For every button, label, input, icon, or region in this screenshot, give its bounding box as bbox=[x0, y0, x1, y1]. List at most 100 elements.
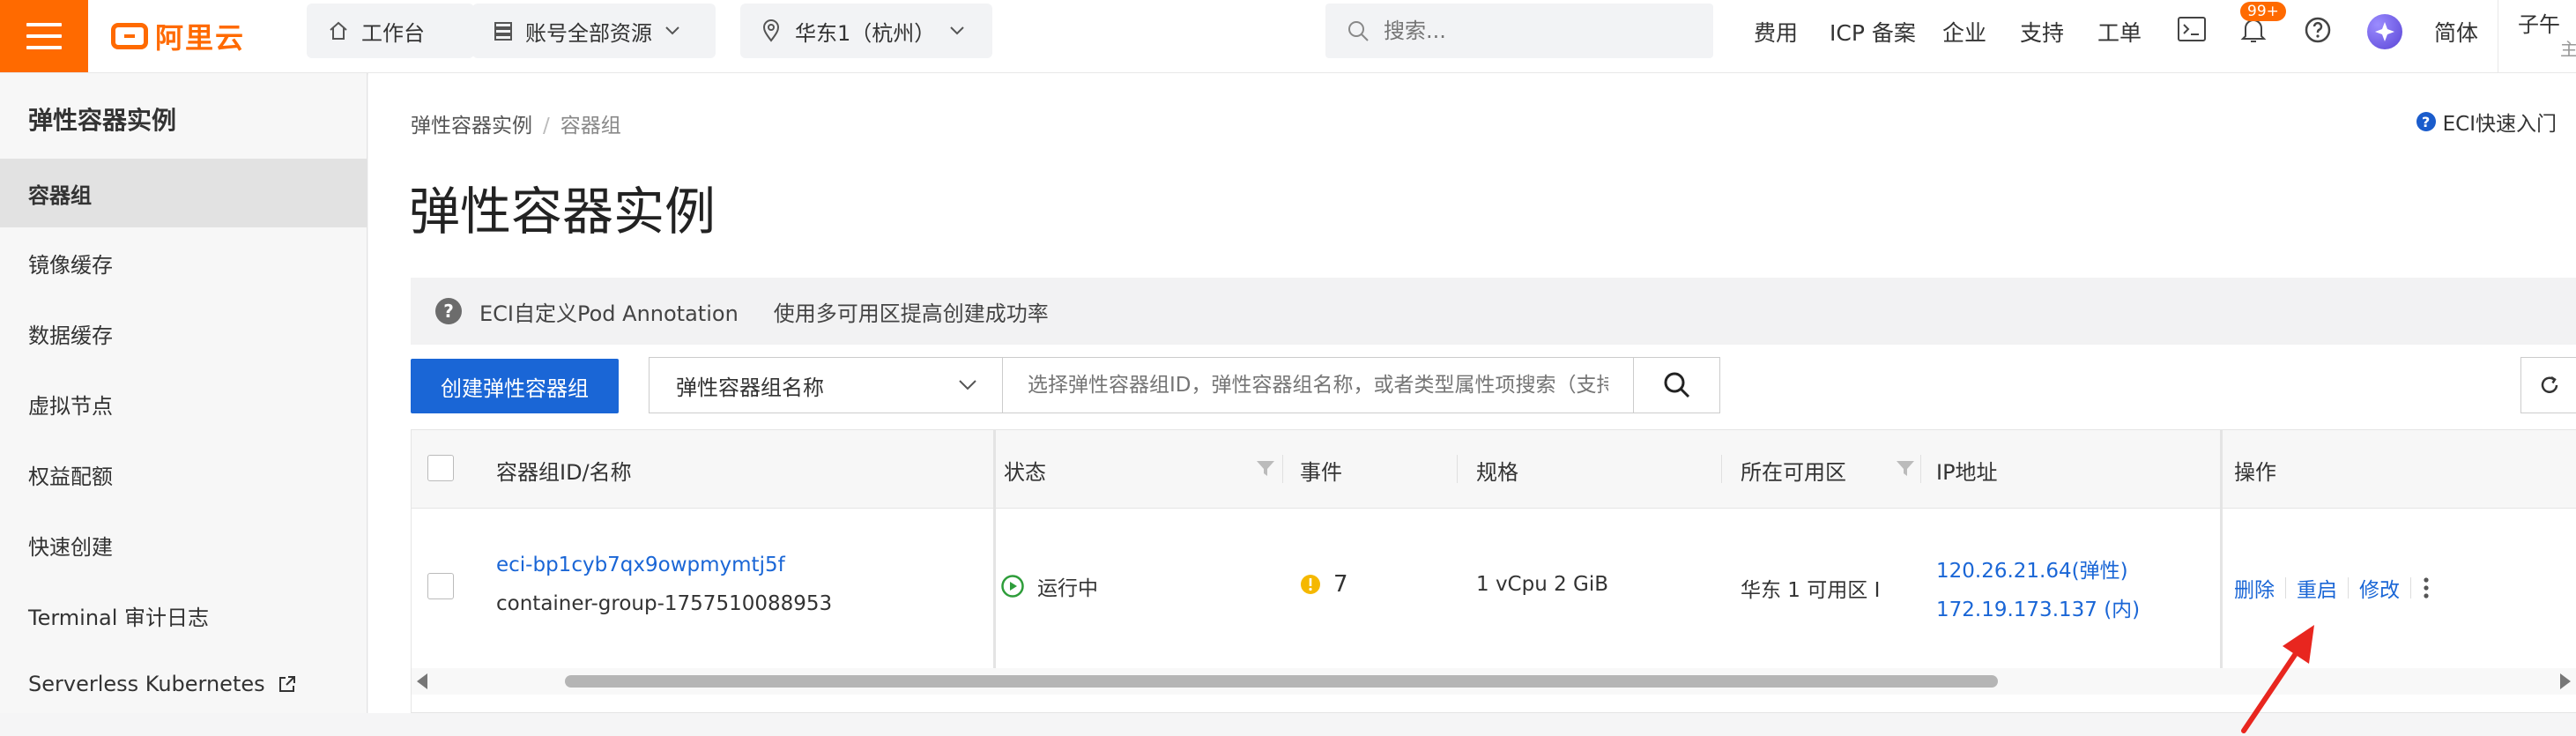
actions-cell: 删除 重启 修改 bbox=[2234, 573, 2431, 603]
container-group-id-link[interactable]: eci-bp1cyb7qx9owpmymtj5f bbox=[496, 554, 785, 576]
user-account-menu[interactable]: 子午 主 bbox=[2498, 0, 2576, 72]
page-title: 弹性容器实例 bbox=[409, 182, 716, 242]
help-icon[interactable] bbox=[2304, 16, 2332, 44]
zone-filter-icon[interactable] bbox=[1896, 460, 1915, 478]
user-account-type: 主 bbox=[2560, 39, 2576, 60]
action-divider bbox=[2410, 577, 2411, 598]
scrollbar-thumb[interactable] bbox=[565, 675, 1998, 688]
sidebar-item-quick-create[interactable]: 快速创建 bbox=[0, 510, 367, 579]
aliyun-logo-icon bbox=[111, 23, 148, 49]
chevron-down-icon bbox=[665, 26, 679, 35]
user-name: 子午 bbox=[2518, 12, 2560, 37]
notice-bar: ? ECI自定义Pod Annotation 使用多可用区提高创建成功率 bbox=[411, 278, 2576, 345]
sidebar-item-terminal-audit-log[interactable]: Terminal 审计日志 bbox=[0, 581, 367, 650]
global-search-input[interactable] bbox=[1382, 18, 1685, 44]
fixed-column-shadow-left bbox=[993, 430, 996, 668]
status-text: 运行中 bbox=[1037, 577, 1098, 600]
private-ip-link[interactable]: 172.19.173.137 (内) bbox=[1936, 592, 2140, 622]
row-checkbox[interactable] bbox=[427, 573, 454, 599]
breadcrumb-separator: / bbox=[543, 115, 550, 138]
sidebar-item-label: 快速创建 bbox=[28, 534, 113, 560]
global-search[interactable] bbox=[1325, 4, 1713, 58]
breadcrumb-root[interactable]: 弹性容器实例 bbox=[411, 115, 532, 138]
location-pin-icon bbox=[762, 19, 780, 42]
hamburger-menu-button[interactable] bbox=[0, 0, 88, 72]
sidebar-item-data-cache[interactable]: 数据缓存 bbox=[0, 299, 367, 368]
home-icon bbox=[330, 21, 347, 40]
sidebar-item-label: Terminal 审计日志 bbox=[28, 605, 210, 630]
events-cell[interactable]: 7 bbox=[1300, 571, 1348, 598]
sidebar-item-container-group[interactable]: 容器组 bbox=[0, 159, 367, 227]
main-content: 弹性容器实例 / 容器组 ? ECI快速入门 弹性容器实例 ? ECI自定义Pod … bbox=[368, 73, 2576, 733]
nav-icp[interactable]: ICP 备案 bbox=[1830, 16, 1916, 48]
breadcrumb: 弹性容器实例 / 容器组 bbox=[411, 108, 621, 138]
sidebar-item-quota[interactable]: 权益配额 bbox=[0, 440, 367, 509]
status-filter-icon[interactable] bbox=[1256, 460, 1275, 478]
sidebar-item-virtual-node[interactable]: 虚拟节点 bbox=[0, 369, 367, 438]
sidebar-item-label: 镜像缓存 bbox=[28, 252, 113, 278]
column-divider bbox=[1282, 455, 1283, 483]
search-button[interactable] bbox=[1634, 357, 1720, 413]
refresh-button[interactable] bbox=[2520, 357, 2576, 413]
sidebar: 弹性容器实例 容器组 镜像缓存 数据缓存 虚拟节点 权益配额 快速创建 Term… bbox=[0, 73, 367, 713]
column-divider bbox=[1920, 455, 1921, 483]
top-navigation-bar: 阿里云 工作台 账号全部资源 华东1（杭州） 费用 ICP 备案 企业 支持 工… bbox=[0, 0, 2576, 73]
sidebar-item-label: 虚拟节点 bbox=[28, 393, 113, 419]
warning-icon bbox=[1301, 575, 1320, 594]
header-spec: 规格 bbox=[1476, 460, 1518, 485]
nav-support[interactable]: 支持 bbox=[2020, 16, 2064, 48]
sidebar-item-image-cache[interactable]: 镜像缓存 bbox=[0, 228, 367, 297]
modify-button[interactable]: 修改 bbox=[2359, 573, 2400, 603]
sidebar-item-label: 数据缓存 bbox=[28, 323, 113, 348]
events-count: 7 bbox=[1333, 571, 1348, 598]
create-container-group-button[interactable]: 创建弹性容器组 bbox=[411, 359, 619, 413]
resources-dropdown[interactable]: 账号全部资源 bbox=[472, 4, 716, 58]
logo-text: 阿里云 bbox=[155, 21, 246, 55]
select-all-checkbox[interactable] bbox=[427, 455, 454, 481]
terminal-icon[interactable] bbox=[2177, 16, 2207, 42]
sidebar-item-serverless-kubernetes[interactable]: Serverless Kubernetes bbox=[0, 650, 367, 718]
eci-quick-start-link[interactable]: ? ECI快速入门 bbox=[2416, 107, 2557, 137]
aliyun-logo[interactable]: 阿里云 bbox=[111, 18, 245, 55]
header-actions: 操作 bbox=[2234, 460, 2276, 485]
sidebar-title: 弹性容器实例 bbox=[28, 106, 177, 135]
stack-icon bbox=[494, 22, 512, 41]
sidebar-item-label: 容器组 bbox=[28, 182, 92, 208]
status-cell: 运行中 bbox=[1000, 571, 1098, 601]
zone-value: 华东 1 可用区 I bbox=[1741, 579, 1881, 602]
filter-field-value: 弹性容器组名称 bbox=[676, 375, 824, 400]
scroll-left-arrow-icon[interactable] bbox=[417, 673, 427, 689]
nav-enterprise[interactable]: 企业 bbox=[1942, 16, 1986, 48]
language-switch[interactable]: 简体 bbox=[2434, 16, 2478, 48]
notice-link-multi-zone[interactable]: 使用多可用区提高创建成功率 bbox=[774, 296, 1049, 327]
notification-badge: 99+ bbox=[2240, 2, 2286, 21]
chevron-down-icon bbox=[959, 380, 976, 390]
delete-button[interactable]: 删除 bbox=[2234, 573, 2275, 603]
region-dropdown[interactable]: 华东1（杭州） bbox=[740, 4, 992, 58]
action-divider bbox=[2348, 577, 2349, 598]
region-label: 华东1（杭州） bbox=[795, 20, 936, 46]
search-icon bbox=[1664, 372, 1689, 398]
fixed-column-shadow-right bbox=[2220, 430, 2223, 668]
scroll-right-arrow-icon[interactable] bbox=[2560, 673, 2571, 689]
refresh-icon bbox=[2541, 375, 2558, 393]
quick-start-label: ECI快速入门 bbox=[2442, 113, 2557, 136]
external-link-icon bbox=[278, 676, 295, 692]
filter-field-select[interactable]: 弹性容器组名称 bbox=[649, 357, 1003, 413]
nav-ticket[interactable]: 工单 bbox=[2097, 16, 2142, 48]
restart-button[interactable]: 重启 bbox=[2297, 573, 2337, 603]
sidebar-item-label: 权益配额 bbox=[28, 464, 113, 489]
ai-assistant-avatar[interactable] bbox=[2367, 14, 2402, 49]
notice-link-pod-annotation[interactable]: ECI自定义Pod Annotation bbox=[479, 296, 739, 327]
public-ip-link[interactable]: 120.26.21.64(弹性) bbox=[1936, 554, 2128, 584]
filter-search-input[interactable] bbox=[1003, 357, 1634, 413]
nav-fee[interactable]: 费用 bbox=[1754, 16, 1798, 48]
chevron-down-icon bbox=[950, 26, 964, 35]
header-zone: 所在可用区 bbox=[1741, 460, 1846, 485]
running-status-icon bbox=[1001, 575, 1024, 598]
header-id-name: 容器组ID/名称 bbox=[496, 460, 632, 485]
header-status: 状态 bbox=[1004, 460, 1046, 485]
workbench-button[interactable]: 工作台 bbox=[307, 4, 474, 58]
question-icon: ? bbox=[435, 298, 462, 324]
more-actions-icon[interactable] bbox=[2422, 576, 2431, 599]
